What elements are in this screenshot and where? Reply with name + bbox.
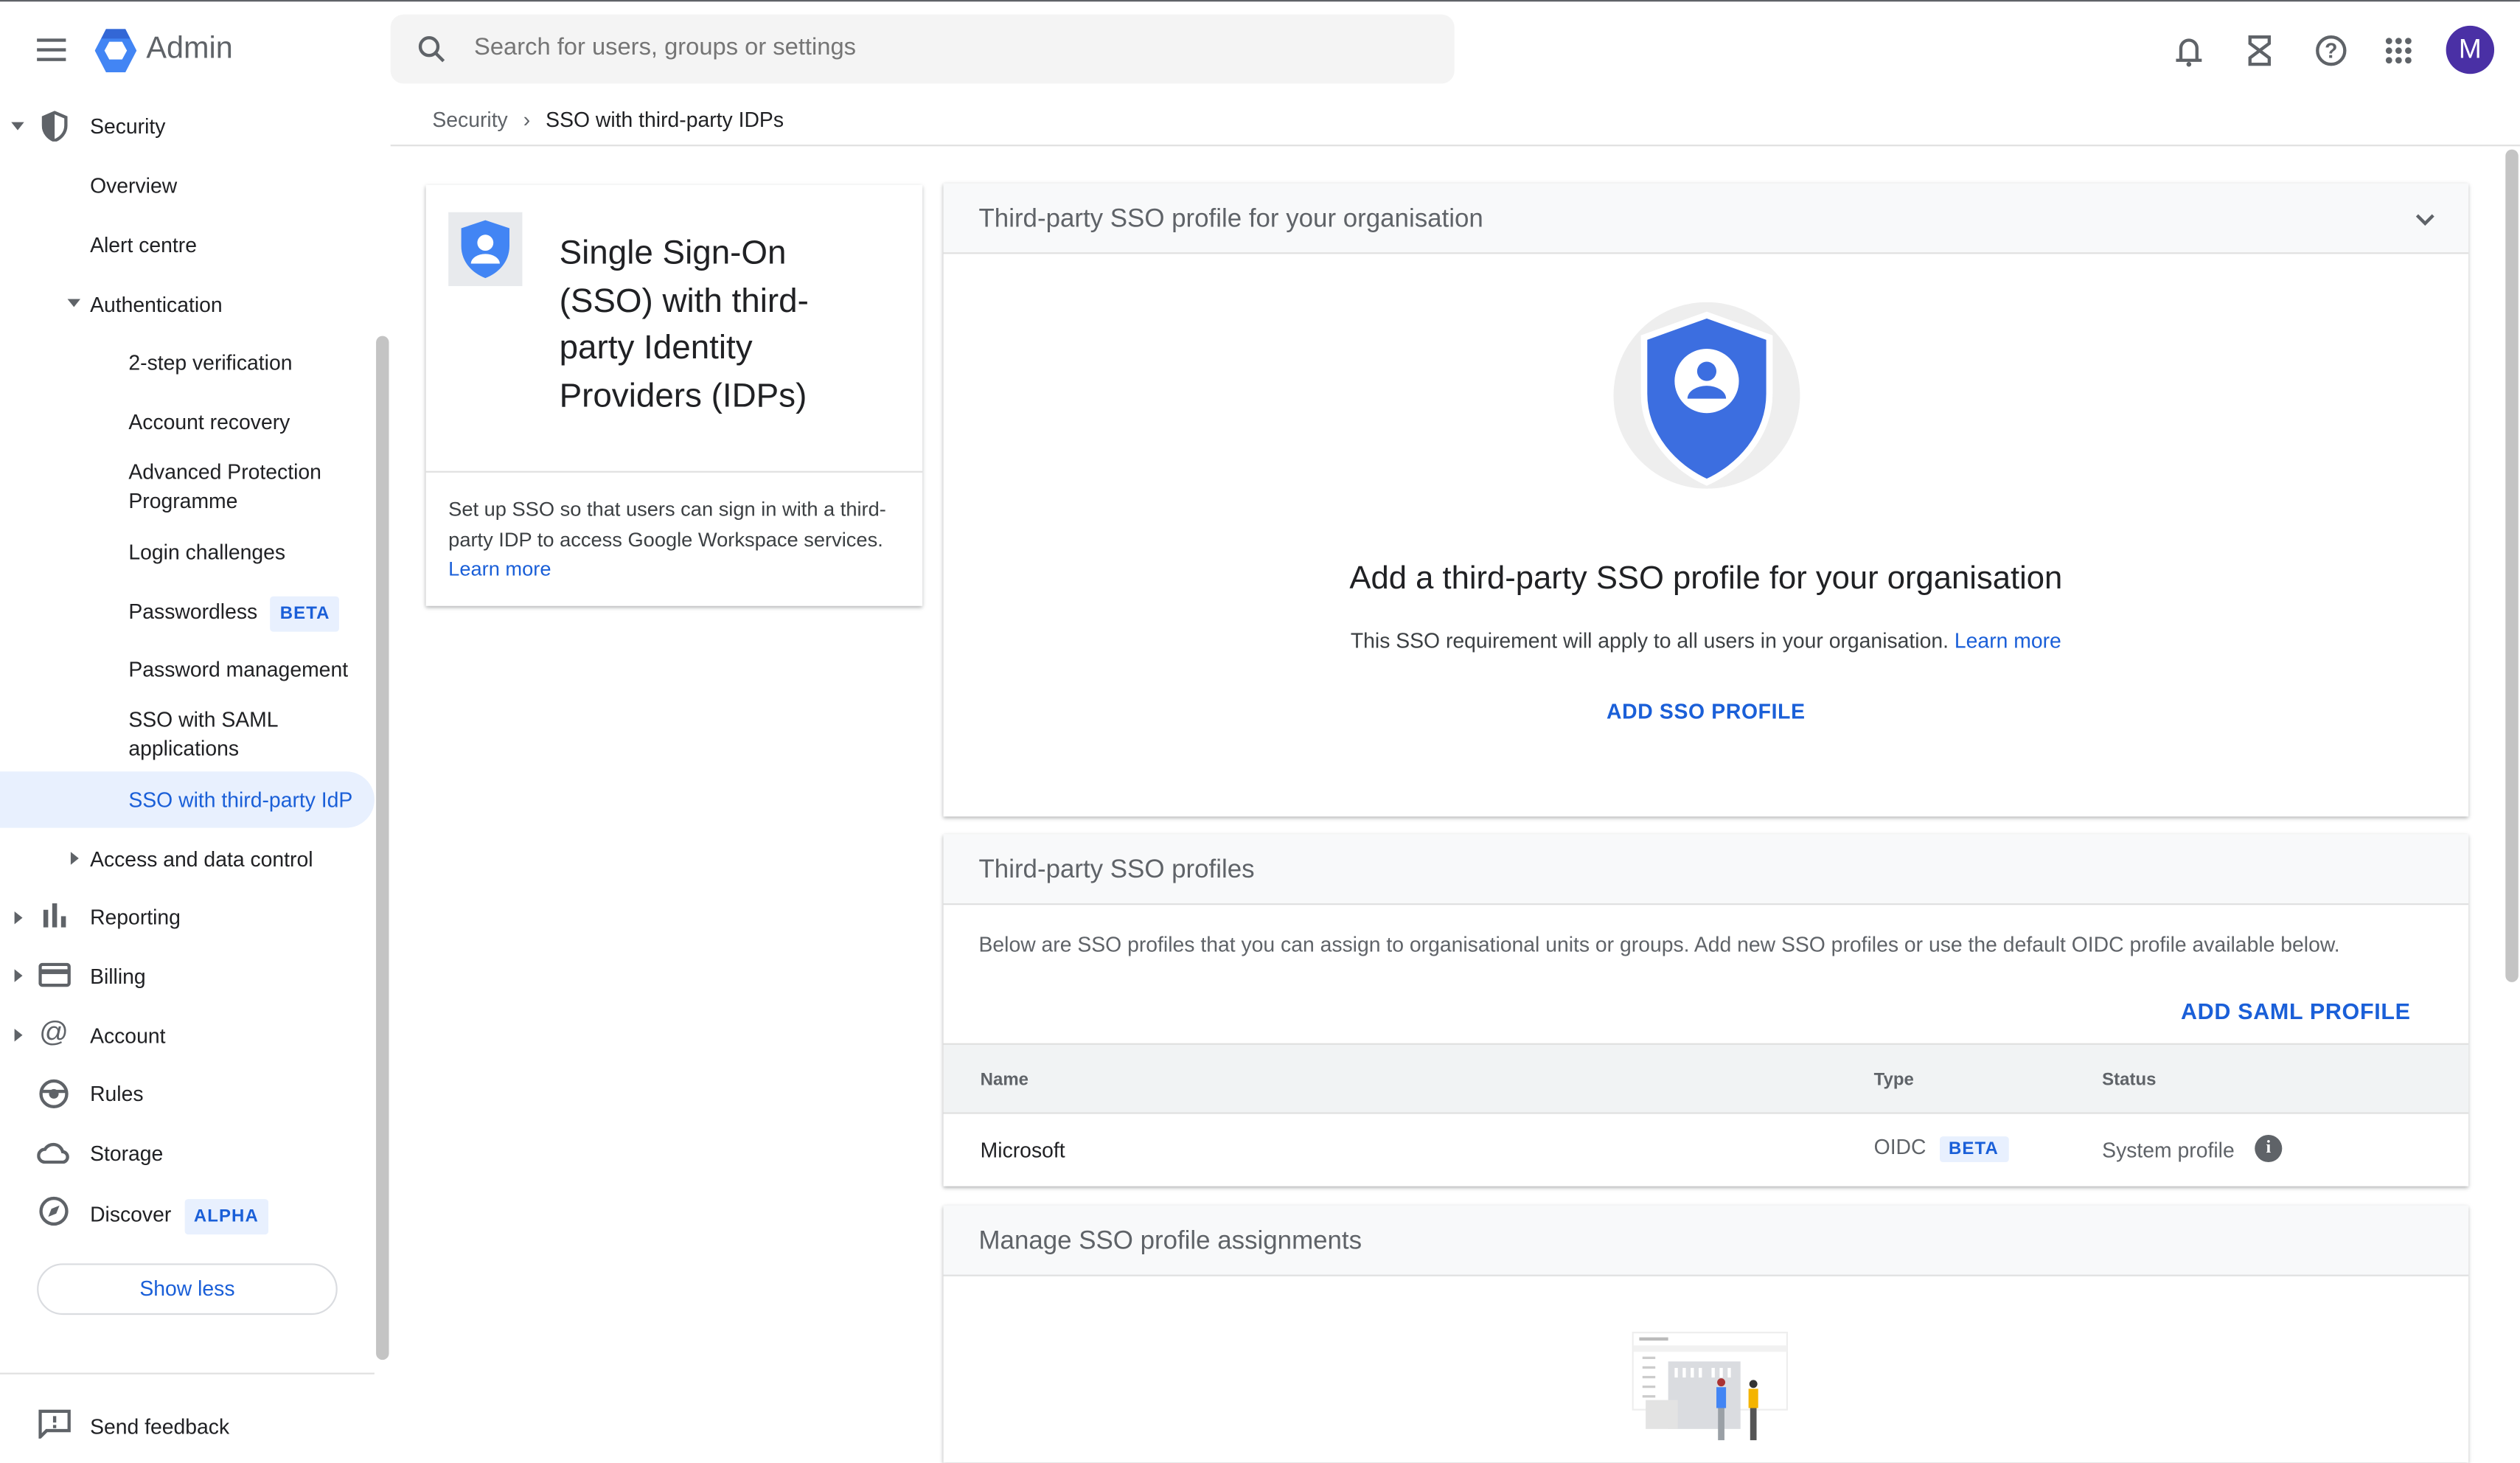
search-bar[interactable] [390, 14, 1455, 84]
expand-icon[interactable] [70, 852, 79, 865]
sidebar-item-sso-saml[interactable]: SSO with SAML applications [128, 706, 321, 763]
sidebar-item-rules[interactable]: Rules [90, 1080, 143, 1109]
sidebar-item-password-management[interactable]: Password management [128, 656, 348, 684]
search-icon [418, 36, 445, 63]
section-header: Third-party SSO profiles [943, 834, 2469, 906]
notifications-icon[interactable] [2174, 35, 2203, 68]
sidebar-item-access-data-control[interactable]: Access and data control [90, 846, 313, 875]
description-text: This SSO requirement will apply to all u… [1350, 628, 1949, 653]
admin-console: Admin ? M Security › SSO with third-part… [0, 0, 2520, 1463]
sidebar-item-sso-third-party[interactable]: SSO with third-party IdP [128, 786, 352, 815]
breadcrumb: Security › SSO with third-party IDPs [432, 108, 784, 132]
sidebar-item-discover[interactable]: Discover ALPHA [90, 1199, 268, 1235]
app-name: Admin [146, 32, 233, 66]
sidebar-scrollbar[interactable] [376, 336, 389, 1361]
description-text: Set up SSO so that users can sign in wit… [448, 498, 886, 551]
breadcrumb-separator-icon: › [523, 108, 531, 132]
alpha-badge: ALPHA [184, 1199, 268, 1235]
add-sso-profile-button[interactable]: ADD SSO PROFILE [944, 699, 2469, 723]
section-header: Manage SSO profile assignments [943, 1205, 2469, 1276]
collapse-icon[interactable] [67, 299, 80, 307]
sidebar-item-account-recovery[interactable]: Account recovery [128, 409, 290, 437]
section-title: Manage SSO profile assignments [978, 1228, 1362, 1256]
table-header: Name Type Status [943, 1043, 2469, 1114]
menu-icon[interactable] [37, 38, 66, 61]
sidebar-item-login-challenges[interactable]: Login challenges [128, 538, 285, 567]
info-card-description: Set up SSO so that users can sign in wit… [448, 495, 898, 584]
type-text: OIDC [1873, 1134, 1926, 1159]
info-icon[interactable]: i [2255, 1134, 2283, 1162]
expand-icon[interactable] [14, 969, 23, 982]
profile-assignments-section: Manage SSO profile assignments [943, 1205, 2469, 1463]
handshake-illustration [1632, 1331, 1789, 1441]
apps-grid-icon[interactable] [2385, 37, 2412, 64]
add-saml-profile-button[interactable]: ADD SAML PROFILE [2181, 998, 2411, 1024]
profile-status: System profile [2102, 1138, 2235, 1162]
info-card-divider [425, 470, 923, 473]
page-scrollbar[interactable] [2505, 149, 2519, 982]
sidebar-item-overview[interactable]: Overview [90, 172, 177, 201]
beta-badge: BETA [270, 596, 340, 632]
sidebar-item-advanced-protection[interactable]: Advanced Protection Programme [128, 458, 353, 515]
sso-profile-illustration [1613, 302, 1800, 489]
sidebar-item-storage[interactable]: Storage [90, 1139, 163, 1168]
sidebar-item-authentication[interactable]: Authentication [90, 291, 223, 320]
account-at-icon: @ [39, 1015, 69, 1049]
storage-cloud-icon [37, 1142, 69, 1164]
send-feedback-link[interactable]: Send feedback [90, 1413, 229, 1442]
profile-name[interactable]: Microsoft [981, 1138, 1065, 1162]
feedback-icon[interactable] [38, 1409, 71, 1439]
label: Passwordless [128, 600, 258, 624]
info-card-title: Single Sign-On (SSO) with third-party Id… [559, 234, 809, 414]
sidebar-item-account[interactable]: Account [90, 1022, 165, 1051]
sidebar-item-passwordless[interactable]: Passwordless BETA [128, 596, 340, 632]
tasks-hourglass-icon[interactable] [2248, 35, 2272, 66]
profile-type: OIDC BETA [1874, 1135, 2008, 1162]
collapse-icon[interactable] [11, 122, 24, 131]
show-less-button[interactable]: Show less [37, 1263, 338, 1316]
info-card: Single Sign-On (SSO) with third-party Id… [425, 184, 923, 606]
sidebar-item-2-step[interactable]: 2-step verification [128, 349, 292, 378]
column-type[interactable]: Type [1874, 1071, 1914, 1090]
label: Discover [90, 1202, 172, 1227]
sso-profiles-section: Third-party SSO profiles Below are SSO p… [943, 834, 2469, 1186]
sidebar-item-billing[interactable]: Billing [90, 963, 146, 992]
table-row[interactable]: Microsoft OIDC BETA System profile i [944, 1114, 2469, 1186]
section-header[interactable]: Third-party SSO profile for your organis… [943, 183, 2469, 254]
chevron-down-icon[interactable] [2415, 214, 2434, 226]
billing-card-icon [38, 962, 71, 987]
profiles-description: Below are SSO profiles that you can assi… [978, 932, 2340, 956]
sidebar-divider [0, 1372, 375, 1375]
learn-more-link[interactable]: Learn more [448, 557, 551, 580]
sidebar-item-alert-centre[interactable]: Alert centre [90, 232, 197, 260]
sidebar-item-reporting[interactable]: Reporting [90, 903, 181, 932]
sso-shield-icon [448, 212, 523, 287]
learn-more-link[interactable]: Learn more [1955, 628, 2061, 653]
help-icon[interactable]: ? [2316, 35, 2347, 66]
column-name[interactable]: Name [981, 1071, 1028, 1090]
org-profile-description: This SSO requirement will apply to all u… [944, 628, 2469, 653]
expand-icon[interactable] [14, 1029, 23, 1042]
breadcrumb-current: SSO with third-party IDPs [546, 108, 784, 132]
search-input[interactable] [474, 33, 1407, 61]
admin-logo-icon [94, 29, 137, 73]
section-title: Third-party SSO profiles [978, 856, 1255, 884]
section-title: Third-party SSO profile for your organis… [978, 206, 1483, 234]
breadcrumb-security[interactable]: Security [432, 108, 507, 132]
discover-compass-icon [39, 1196, 69, 1226]
rules-icon [39, 1079, 69, 1108]
sidebar-item-security[interactable]: Security [90, 113, 165, 142]
expand-icon[interactable] [14, 911, 23, 925]
header-divider [390, 145, 2520, 147]
account-avatar[interactable]: M [2446, 25, 2495, 74]
reporting-bar-chart-icon [43, 903, 66, 928]
security-shield-icon [41, 111, 68, 142]
beta-badge: BETA [1938, 1136, 2008, 1162]
org-profile-heading: Add a third-party SSO profile for your o… [1349, 560, 2063, 597]
org-sso-profile-section: Third-party SSO profile for your organis… [943, 183, 2469, 817]
column-status[interactable]: Status [2102, 1071, 2156, 1090]
